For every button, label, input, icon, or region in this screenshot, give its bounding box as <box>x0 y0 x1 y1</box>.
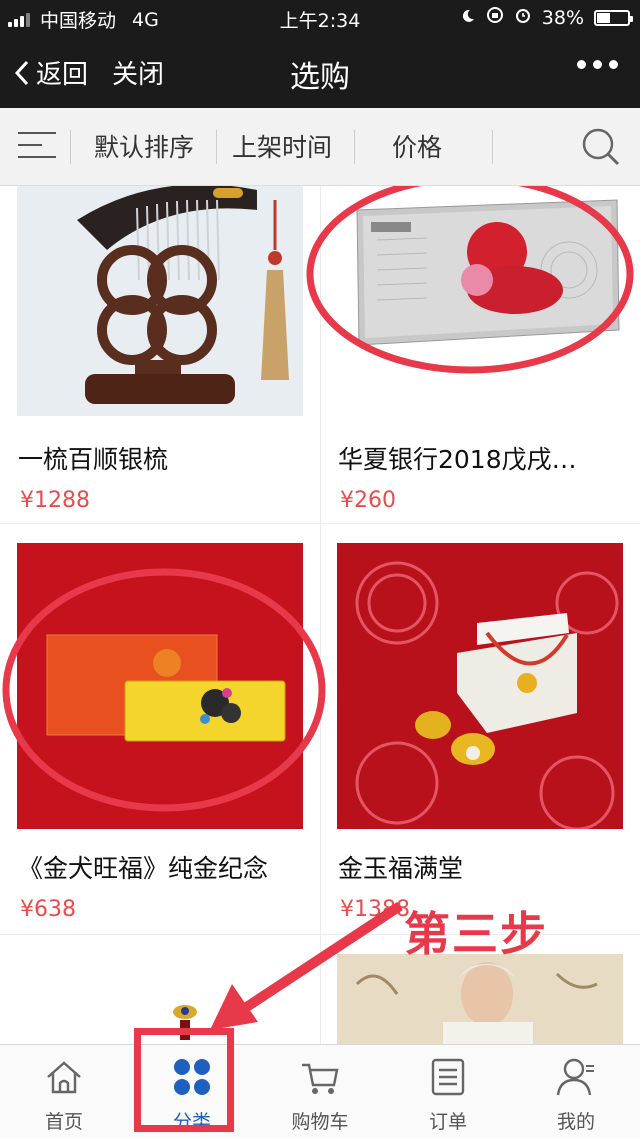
tab-bar: 首页 分类 购物车 订单 我的 <box>0 1044 640 1138</box>
product-card[interactable]: 《金犬旺福》纯金纪念 ¥638 <box>0 523 320 934</box>
tab-mine[interactable]: 我的 <box>512 1045 640 1139</box>
tab-label: 购物车 <box>291 1111 349 1133</box>
product-price: ¥1288 <box>20 488 90 513</box>
search-icon[interactable] <box>580 126 622 172</box>
nav-bar: 返回 关闭 选购 <box>0 36 640 108</box>
more-menu-icon[interactable] <box>577 60 618 69</box>
product-image <box>17 543 303 829</box>
product-image <box>337 543 623 829</box>
order-icon <box>431 1058 465 1096</box>
tab-cart[interactable]: 购物车 <box>256 1045 384 1139</box>
tab-home[interactable]: 首页 <box>0 1045 128 1139</box>
product-card[interactable]: 华夏银行2018戊戌… ¥260 <box>320 186 640 523</box>
product-name: 《金犬旺福》纯金纪念 <box>18 854 269 883</box>
category-icon <box>174 1059 210 1095</box>
cart-icon <box>302 1063 339 1094</box>
sort-listing-time[interactable]: 上架时间 <box>232 128 332 164</box>
tab-label: 我的 <box>556 1111 595 1133</box>
product-price: ¥1388 <box>340 897 410 922</box>
alarm-icon <box>514 6 532 29</box>
product-card[interactable]: 金玉福满堂 ¥1388 <box>320 523 640 934</box>
battery-percent: 38% <box>541 6 584 29</box>
battery-icon <box>594 9 633 26</box>
product-name: 金玉福满堂 <box>338 854 464 883</box>
moon-icon <box>460 7 476 29</box>
tab-orders[interactable]: 订单 <box>384 1045 512 1139</box>
product-name: 华夏银行2018戊戌… <box>338 445 577 474</box>
product-card[interactable] <box>0 934 320 1044</box>
tab-category[interactable]: 分类 <box>128 1045 256 1139</box>
product-image <box>17 186 303 416</box>
product-image <box>337 186 623 416</box>
annotation-step-label: 第三步 <box>404 907 548 961</box>
page-title: 选购 <box>290 60 350 95</box>
tab-label: 订单 <box>428 1111 467 1133</box>
rotation-lock-icon <box>486 6 504 29</box>
divider <box>354 130 355 164</box>
product-price: ¥638 <box>20 897 76 922</box>
sort-price[interactable]: 价格 <box>392 128 442 164</box>
product-card[interactable]: 一梳百顺银梳 ¥1288 <box>0 186 320 523</box>
product-image <box>17 954 303 1044</box>
divider <box>492 130 493 164</box>
product-price: ¥260 <box>340 488 396 513</box>
divider <box>70 130 71 164</box>
sort-bar: 默认排序 上架时间 价格 <box>0 108 640 186</box>
sort-default[interactable]: 默认排序 <box>94 128 194 164</box>
menu-icon[interactable] <box>18 132 56 168</box>
product-image <box>337 954 623 1044</box>
home-icon <box>47 1061 81 1094</box>
status-bar: 中国移动 4G 上午2:34 38% <box>0 0 640 36</box>
product-name: 一梳百顺银梳 <box>18 445 169 474</box>
tab-label: 首页 <box>44 1111 83 1133</box>
profile-icon <box>556 1058 594 1096</box>
divider <box>216 130 217 164</box>
tab-label: 分类 <box>172 1111 211 1133</box>
